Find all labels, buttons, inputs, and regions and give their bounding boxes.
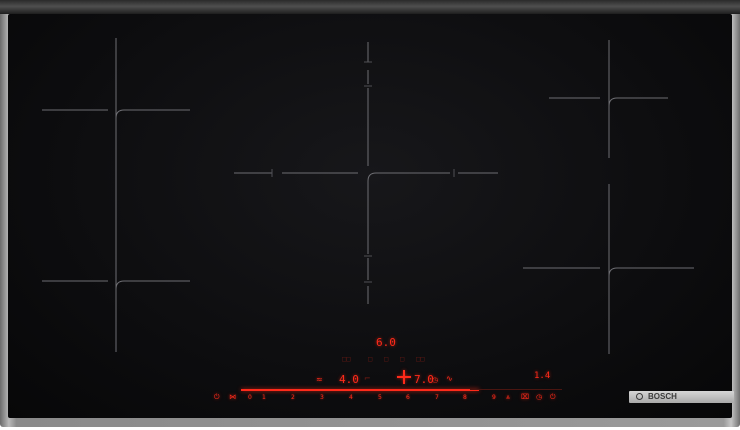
power-level-0[interactable]: 0 xyxy=(248,394,252,401)
power-level-6[interactable]: 6 xyxy=(406,394,410,401)
power-slider-track-inactive xyxy=(470,389,562,390)
power-level-2[interactable]: 2 xyxy=(291,394,295,401)
faint-indicator-d: □ xyxy=(400,355,405,363)
brand-name: BOSCH xyxy=(648,392,677,401)
flex-zone-icon[interactable]: ≈ xyxy=(316,375,323,384)
faint-indicator-b: □ xyxy=(368,355,373,363)
power-level-8[interactable]: 8 xyxy=(463,394,467,401)
faint-indicator-e: □□ xyxy=(416,355,425,363)
power-level-4[interactable]: 4 xyxy=(349,394,353,401)
main-power-display: 6.0 xyxy=(376,336,396,349)
left-timer-display: 4.0 xyxy=(339,373,359,386)
wipe-protection-icon[interactable]: ⌧ xyxy=(521,393,529,401)
right-front-zone-corner xyxy=(608,267,694,277)
power-level-5[interactable]: 5 xyxy=(378,394,382,401)
faint-indicator-c: □ xyxy=(384,355,389,363)
power-level-9[interactable]: 9 xyxy=(492,394,496,401)
power-slider-track[interactable] xyxy=(241,389,479,391)
power-icon[interactable]: ⏻ xyxy=(550,393,556,402)
wave-icon[interactable]: ∿ xyxy=(446,374,453,383)
flex-zone-icon[interactable]: ⋈ xyxy=(229,393,236,401)
right-rear-zone-corner xyxy=(608,97,668,107)
right-level-display: 1.4 xyxy=(534,371,551,381)
brand-badge: BOSCH xyxy=(629,391,734,403)
cooking-zone-markings xyxy=(42,38,694,354)
clock-icon[interactable]: ◷ xyxy=(536,393,542,401)
center-zone-corner xyxy=(367,172,450,182)
power-level-3[interactable]: 3 xyxy=(320,394,324,401)
plus-icon[interactable] xyxy=(397,370,411,384)
power-level-7[interactable]: 7 xyxy=(435,394,439,401)
boost-icon[interactable]: ⩓ xyxy=(506,393,510,402)
bosch-logo-icon xyxy=(636,393,643,400)
left-front-zone-corner xyxy=(115,280,190,290)
left-rear-zone-corner xyxy=(115,109,190,119)
faint-indicator-a: □□ xyxy=(342,355,351,363)
power-level-1[interactable]: 1 xyxy=(262,394,266,401)
power-icon[interactable]: ⏻ xyxy=(214,393,220,402)
timer-icon[interactable]: ⌐ xyxy=(364,374,371,383)
clock-icon[interactable]: ◷ xyxy=(432,376,438,384)
right-timer-display: 7.0 xyxy=(414,373,434,386)
